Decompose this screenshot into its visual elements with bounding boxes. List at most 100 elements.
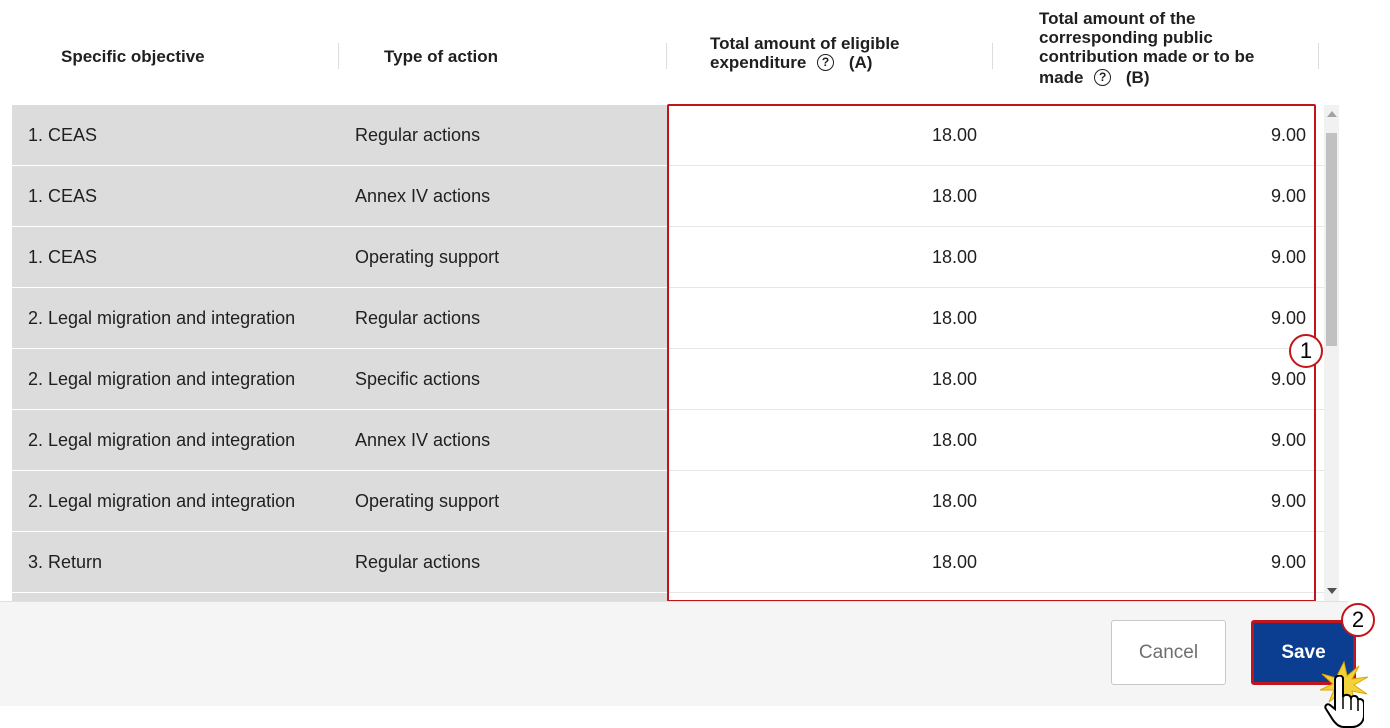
table-row: 1. CEAS Annex IV actions 18.00 9.00 (12, 166, 1324, 227)
header-b-line4: made ? (B) (1039, 68, 1254, 89)
cell-value: 9.00 (1270, 247, 1306, 267)
cell-value: 18.00 (931, 369, 977, 389)
cell-specific-objective: 2. Legal migration and integration (12, 288, 337, 349)
cell-value: 9.00 (1270, 430, 1306, 450)
header-separator (666, 43, 667, 69)
cell-value: 18.00 (931, 247, 977, 267)
header-total-public-contribution: Total amount of the corresponding public… (1039, 9, 1254, 89)
help-icon[interactable]: ? (1094, 68, 1112, 86)
cell-eligible-expenditure[interactable]: 18.00 (667, 349, 995, 410)
cell-value: 18.00 (931, 430, 977, 450)
cell-public-contribution[interactable]: 9.00 (995, 166, 1324, 227)
header-separator (1318, 43, 1319, 69)
cell-value: 9.00 (1270, 491, 1306, 511)
table-row: 2. Legal migration and integration Speci… (12, 349, 1324, 410)
header-a-label: expenditure (710, 53, 807, 72)
cell-public-contribution[interactable]: 9.00 (995, 349, 1324, 410)
cell-value: 18.00 (931, 125, 977, 145)
cell-public-contribution[interactable]: 9.00 (995, 105, 1324, 166)
cell-text: 3. Return (28, 552, 103, 572)
cell-text: 2. Legal migration and integration (28, 308, 296, 328)
cell-value: 9.00 (1270, 186, 1306, 206)
cell-eligible-expenditure[interactable]: 18.00 (667, 166, 995, 227)
header-a-line1: Total amount of eligible (710, 34, 900, 53)
cell-value: 9.00 (1270, 125, 1306, 145)
header-b-suffix: (B) (1125, 68, 1150, 87)
cell-specific-objective: 3. Return (12, 532, 337, 593)
cell-type-of-action: Regular actions (337, 532, 667, 593)
cell-public-contribution[interactable]: 9.00 (995, 227, 1324, 288)
scroll-down-arrow-icon[interactable] (1327, 588, 1337, 594)
cell-text: 2. Legal migration and integration (28, 369, 296, 389)
hand-cursor-icon (1324, 675, 1364, 728)
help-icon[interactable]: ? (817, 53, 835, 71)
cell-eligible-expenditure[interactable]: 18.00 (667, 471, 995, 532)
cell-text: Regular actions (355, 552, 481, 572)
cell-value: 9.00 (1270, 308, 1306, 328)
cell-type-of-action: Regular actions (337, 288, 667, 349)
table-header: Specific objective Type of action Total … (12, 0, 1347, 105)
vertical-scrollbar[interactable] (1324, 105, 1339, 601)
cell-public-contribution[interactable]: 9.00 (995, 410, 1324, 471)
header-b-label: made (1039, 68, 1084, 87)
cell-specific-objective: 2. Legal migration and integration (12, 410, 337, 471)
cell-eligible-expenditure[interactable]: 18.00 (667, 532, 995, 593)
cell-text: Regular actions (355, 125, 481, 145)
cell-type-of-action: Annex IV actions (337, 410, 667, 471)
cell-specific-objective: 1. CEAS (12, 166, 337, 227)
table-row: 1. CEAS Operating support 18.00 9.00 (12, 227, 1324, 288)
table-row: 1. CEAS Regular actions 18.00 9.00 (12, 105, 1324, 166)
cell-type-of-action: Annex IV actions (337, 166, 667, 227)
callout-badge-2: 2 (1341, 603, 1375, 637)
cell-text: Annex IV actions (355, 186, 491, 206)
cell-text: Operating support (355, 247, 500, 267)
cell-public-contribution[interactable]: 9.00 (995, 532, 1324, 593)
table-row (12, 593, 1324, 601)
cell-value: 9.00 (1270, 552, 1306, 572)
cell-specific-objective: 1. CEAS (12, 227, 337, 288)
cell-eligible-expenditure[interactable]: 18.00 (667, 288, 995, 349)
scrollbar-thumb[interactable] (1326, 133, 1337, 346)
cell-specific-objective: 2. Legal migration and integration (12, 471, 337, 532)
cell-text: Regular actions (355, 308, 481, 328)
table-row: 2. Legal migration and integration Regul… (12, 288, 1324, 349)
header-type-of-action: Type of action (384, 47, 498, 66)
cell-eligible-expenditure[interactable]: 18.00 (667, 105, 995, 166)
header-b-line1: Total amount of the (1039, 9, 1196, 28)
cell-specific-objective: 1. CEAS (12, 105, 337, 166)
table-body: 1. CEAS Regular actions 18.00 9.00 1. CE… (12, 105, 1324, 601)
cell-public-contribution[interactable]: 9.00 (995, 471, 1324, 532)
header-b-line2: corresponding public (1039, 28, 1213, 47)
header-a-suffix: (A) (848, 53, 873, 72)
header-separator (338, 43, 339, 69)
header-specific-objective: Specific objective (61, 47, 205, 66)
cancel-button[interactable]: Cancel (1111, 620, 1226, 685)
cell-text: 1. CEAS (28, 186, 98, 206)
cell-type-of-action: Regular actions (337, 105, 667, 166)
cell-value: 18.00 (931, 552, 977, 572)
cell-text: Specific actions (355, 369, 481, 389)
cell-eligible-expenditure[interactable]: 18.00 (667, 410, 995, 471)
cell-type-of-action: Operating support (337, 471, 667, 532)
scroll-up-arrow-icon[interactable] (1327, 111, 1337, 117)
cell-type-of-action: Specific actions (337, 349, 667, 410)
edit-table-dialog: Specific objective Type of action Total … (0, 0, 1348, 706)
cell-type-of-action (337, 593, 667, 601)
table-row: 2. Legal migration and integration Annex… (12, 410, 1324, 471)
cell-text: Annex IV actions (355, 430, 491, 450)
cell-type-of-action: Operating support (337, 227, 667, 288)
cell-text: 1. CEAS (28, 247, 98, 267)
cell-public-contribution[interactable]: 9.00 (995, 288, 1324, 349)
callout-badge-1: 1 (1289, 334, 1323, 368)
cell-eligible-expenditure[interactable]: 18.00 (667, 227, 995, 288)
cell-value: 18.00 (931, 186, 977, 206)
header-separator (992, 43, 993, 69)
cell-value: 18.00 (931, 491, 977, 511)
cell-value: 9.00 (1270, 369, 1306, 389)
table-row: 3. Return Regular actions 18.00 9.00 (12, 532, 1324, 593)
cell-text: 2. Legal migration and integration (28, 430, 296, 450)
header-total-eligible-expenditure: Total amount of eligible expenditure ? (… (710, 34, 900, 74)
cell-text: 1. CEAS (28, 125, 98, 145)
table-row: 2. Legal migration and integration Opera… (12, 471, 1324, 532)
cell-specific-objective (12, 593, 337, 601)
